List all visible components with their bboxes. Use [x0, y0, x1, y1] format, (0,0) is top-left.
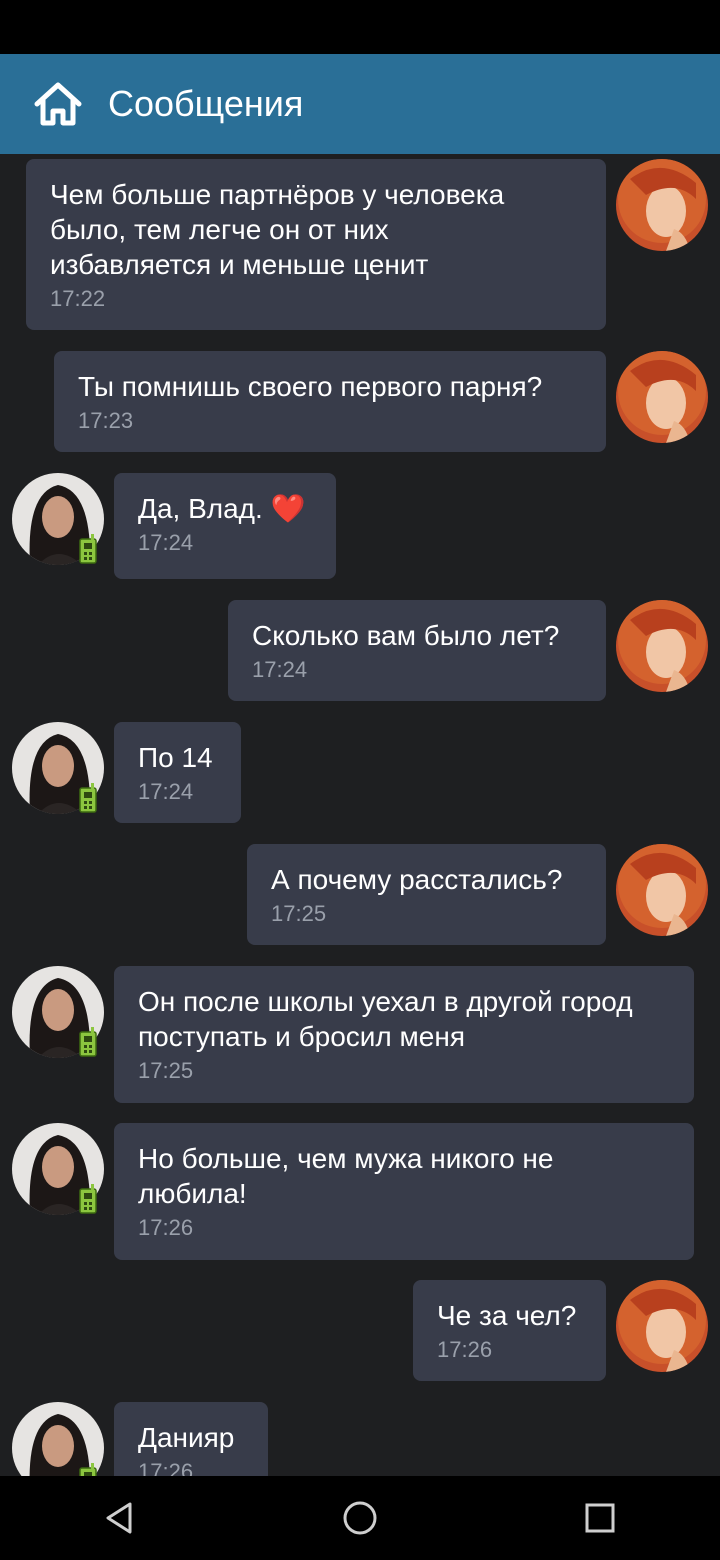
app-header: Сообщения	[0, 54, 720, 154]
avatar-redhead[interactable]	[616, 844, 708, 936]
message-text: А почему расстались?	[271, 864, 563, 895]
avatar-redhead[interactable]	[616, 159, 708, 251]
message-bubble-incoming[interactable]: По 14 17:24	[114, 722, 241, 823]
system-navigation-bar	[0, 1476, 720, 1560]
message-time: 17:25	[138, 1058, 194, 1083]
avatar-redhead[interactable]	[616, 351, 708, 443]
status-bar	[0, 0, 720, 54]
message-time: 17:22	[50, 286, 106, 311]
message-bubble-incoming[interactable]: Но больше, чем мужа никого не любила! 17…	[114, 1123, 694, 1260]
mobile-phone-icon	[79, 1184, 97, 1214]
message-time: 17:26	[437, 1337, 493, 1362]
home-icon[interactable]	[32, 78, 84, 130]
mobile-phone-icon	[79, 534, 97, 564]
mobile-phone-icon	[79, 783, 97, 813]
message-time: 17:23	[78, 408, 134, 433]
avatar-redhead[interactable]	[616, 1280, 708, 1372]
message-bubble-outgoing[interactable]: Ты помнишь своего первого парня? 17:23	[54, 351, 606, 452]
message-text: Но больше, чем мужа никого не любила!	[138, 1143, 554, 1209]
message-time: 17:24	[138, 530, 194, 555]
message-text: Он после школы уехал в другой город пост…	[138, 986, 633, 1052]
message-bubble-outgoing[interactable]: Сколько вам было лет? 17:24	[228, 600, 606, 701]
message-text: Чем больше партнёров у человека было, те…	[50, 179, 505, 280]
message-text: Да, Влад. ❤️	[138, 493, 306, 524]
heart-emoji-icon: ❤️	[270, 493, 306, 524]
message-bubble-outgoing[interactable]: Че за чел? 17:26	[413, 1280, 606, 1381]
message-bubble-incoming[interactable]: Да, Влад. ❤️ 17:24	[114, 473, 336, 579]
message-time: 17:26	[138, 1215, 194, 1240]
back-triangle-icon[interactable]	[90, 1488, 150, 1548]
message-time: 17:24	[138, 779, 194, 804]
mobile-phone-icon	[79, 1463, 97, 1476]
message-time: 17:25	[271, 901, 327, 926]
avatar-redhead[interactable]	[616, 600, 708, 692]
mobile-phone-icon	[79, 1027, 97, 1057]
message-text: Данияр	[138, 1422, 235, 1453]
message-bubble-outgoing[interactable]: А почему расстались? 17:25	[247, 844, 606, 945]
message-time: 17:26	[138, 1459, 194, 1476]
message-text: Ты помнишь своего первого парня?	[78, 371, 543, 402]
message-time: 17:24	[252, 657, 308, 682]
message-list[interactable]: Чем больше партнёров у человека было, те…	[0, 154, 720, 1476]
message-text: Сколько вам было лет?	[252, 620, 560, 651]
message-bubble-outgoing[interactable]: Чем больше партнёров у человека было, те…	[26, 159, 606, 330]
message-text: По 14	[138, 742, 213, 773]
recents-square-icon[interactable]	[570, 1488, 630, 1548]
message-bubble-incoming[interactable]: Он после школы уехал в другой город пост…	[114, 966, 694, 1103]
message-text: Че за чел?	[437, 1300, 577, 1331]
home-circle-icon[interactable]	[330, 1488, 390, 1548]
page-title: Сообщения	[108, 83, 304, 124]
message-bubble-incoming[interactable]: Данияр 17:26	[114, 1402, 268, 1476]
